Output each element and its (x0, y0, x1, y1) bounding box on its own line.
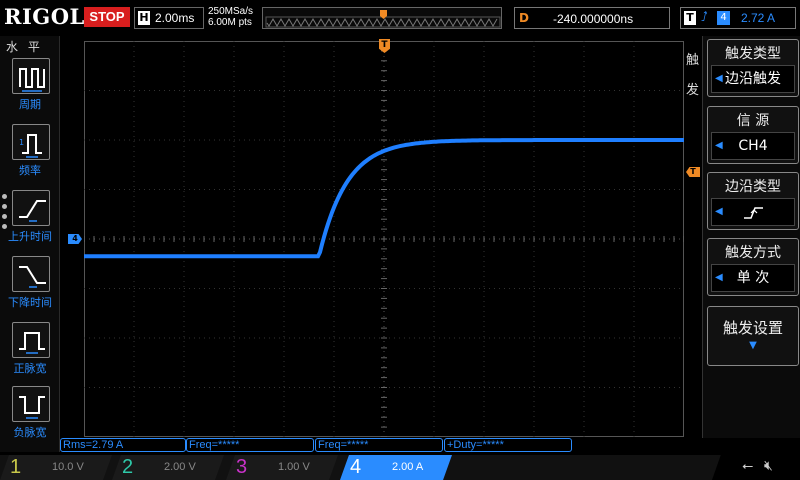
memory-overview-wave (265, 10, 501, 28)
channel-2-scale: 2.00 V (164, 461, 196, 473)
measure-positive-width-button[interactable]: 正脉宽 (0, 322, 60, 386)
channel-3-button[interactable]: 3 1.00 V (226, 455, 338, 480)
trigger-settings-softkey[interactable]: 触发设置 ▼ (707, 306, 799, 366)
channel-4-scale: 2.00 A (392, 461, 424, 473)
graticule (84, 41, 684, 437)
trigger-type-label: 触发类型 (725, 46, 781, 62)
trigger-menu: 触发类型 ◀ 边沿触发 信 源 ◀ CH4 边沿类型 ◀ 触发方式 ◀ 单 次 触发设… (702, 36, 800, 438)
rigol-logo: RIGOL (4, 4, 85, 29)
horizontal-letter: H (138, 11, 150, 25)
trigger-menu-title: 触发 (686, 53, 700, 98)
waveform-display[interactable] (84, 41, 684, 437)
negative-width-icon (12, 386, 50, 422)
trigger-level-value: 2.72 A (741, 11, 776, 25)
rising-edge-icon (744, 207, 763, 219)
left-arrow-icon: ◀ (715, 140, 723, 151)
channel-4-number: 4 (350, 456, 362, 478)
measure-negative-width-label: 负脉宽 (13, 426, 47, 439)
delay-value: -240.000000ns (553, 12, 634, 26)
left-arrow-icon: ◀ (715, 206, 723, 217)
trigger-settings-label: 触发设置 (722, 319, 783, 337)
sample-rate: 250MSa/s (208, 6, 254, 17)
measure-frequency-label: 频率 (19, 164, 41, 177)
delay-letter: D (519, 11, 529, 25)
sweep-label: 触发方式 (725, 245, 781, 261)
run-stop-status[interactable]: STOP (84, 7, 130, 27)
sweep-mode-softkey[interactable]: 触发方式 ◀ 单 次 (707, 238, 799, 296)
chevron-down-icon: ▼ (749, 340, 757, 351)
trigger-source-badge: 4 (717, 11, 730, 25)
left-arrow-icon: ◀ (715, 272, 723, 283)
channel-3-scale: 1.00 V (278, 461, 310, 473)
channel-1-number: 1 (10, 456, 22, 478)
measurement-rms[interactable]: Rms=2.79 A (60, 438, 186, 452)
measurement-freq-2[interactable]: Freq=***** (315, 438, 443, 452)
ch4-offset-marker[interactable]: 4 (68, 234, 82, 244)
memory-overview-bar[interactable] (262, 7, 502, 29)
left-arrow-icon: ◀ (715, 73, 723, 84)
measure-positive-width-label: 正脉宽 (13, 362, 47, 375)
period-icon (12, 58, 50, 94)
edge-type-softkey[interactable]: 边沿类型 ◀ (707, 172, 799, 230)
trigger-type-value: 边沿触发 (725, 71, 781, 87)
trigger-letter: T (684, 11, 696, 25)
status-icons: ⭠ 🔇︎ (712, 455, 800, 480)
measure-rise-time-button[interactable]: 上升时间 (0, 190, 60, 254)
speaker-muted-icon: 🔇︎ (764, 458, 773, 474)
source-value: CH4 (738, 138, 768, 154)
measure-period-button[interactable]: 周期 (0, 58, 60, 122)
trigger-level-marker[interactable]: T (686, 167, 700, 177)
measure-menu: 水 平 周期 1 频率 上升时间 下降时间 正脉宽 负脉宽 (0, 36, 60, 452)
sample-info: 250MSa/s 6.00M pts (208, 6, 253, 28)
channel-4-button[interactable]: 4 2.00 A (340, 455, 452, 480)
measure-fall-time-label: 下降时间 (8, 296, 52, 309)
measurement-duty[interactable]: +Duty=***** (444, 438, 572, 452)
channel-2-number: 2 (122, 456, 134, 478)
channel-3-number: 3 (236, 456, 248, 478)
channel-1-button[interactable]: 1 10.0 V (0, 455, 112, 480)
rise-time-icon (12, 190, 50, 226)
memory-depth: 6.00M pts (208, 17, 252, 28)
measure-period-label: 周期 (19, 98, 41, 111)
rising-edge-icon: ⭜ (701, 10, 708, 25)
usb-icon: ⭠ (742, 458, 754, 474)
measure-negative-width-button[interactable]: 负脉宽 (0, 386, 60, 450)
timebase-value: 2.00ms (155, 11, 195, 25)
measure-fall-time-button[interactable]: 下降时间 (0, 256, 60, 320)
channel-bar: 1 10.0 V 2 2.00 V 3 1.00 V 4 2.00 A ⭠ 🔇︎ (0, 455, 800, 480)
svg-text:1: 1 (19, 138, 24, 147)
menu-title: 水 平 (6, 40, 43, 54)
measure-rise-time-label: 上升时间 (8, 230, 52, 243)
sweep-value: 单 次 (736, 270, 770, 286)
top-status-bar: RIGOL STOP H 2.00ms 250MSa/s 6.00M pts D… (0, 0, 800, 36)
channel-1-scale: 10.0 V (52, 461, 84, 473)
positive-width-icon (12, 322, 50, 358)
channel-2-button[interactable]: 2 2.00 V (112, 455, 224, 480)
trigger-type-softkey[interactable]: 触发类型 ◀ 边沿触发 (707, 39, 799, 97)
trigger-status-box[interactable]: T ⭜ 4 2.72 A (680, 7, 796, 29)
delay-box[interactable]: D -240.000000ns (514, 7, 670, 29)
frequency-icon: 1 (12, 124, 50, 160)
horizontal-timebase-box[interactable]: H 2.00ms (134, 7, 204, 29)
edge-type-label: 边沿类型 (725, 179, 781, 195)
measurement-freq-1[interactable]: Freq=***** (186, 438, 314, 452)
trigger-source-softkey[interactable]: 信 源 ◀ CH4 (707, 106, 799, 164)
fall-time-icon (12, 256, 50, 292)
source-label: 信 源 (736, 113, 770, 129)
measurement-bar: Rms=2.79 A Freq=***** Freq=***** +Duty=*… (60, 438, 700, 452)
measure-frequency-button[interactable]: 1 频率 (0, 124, 60, 188)
